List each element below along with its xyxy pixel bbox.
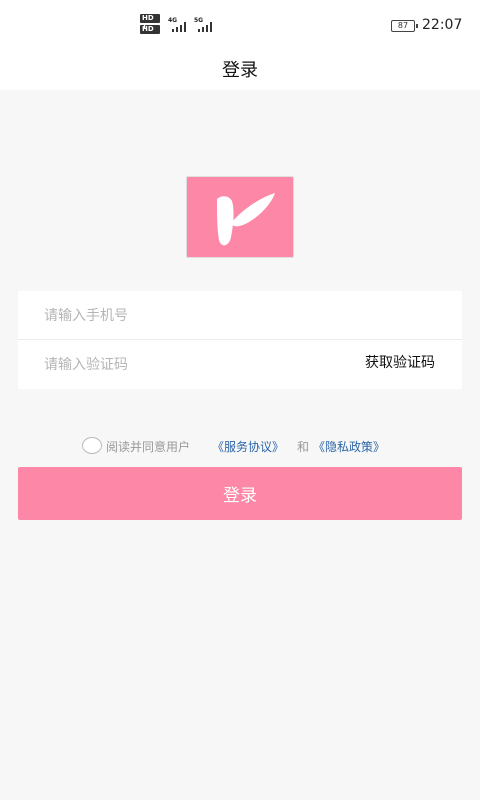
agreement-and-text: 和 (297, 440, 310, 454)
phone-input[interactable] (44, 305, 344, 327)
verification-code-input[interactable] (44, 354, 344, 376)
status-time: 22:07 (422, 17, 463, 33)
login-button[interactable]: 登录 (18, 467, 462, 520)
hd-indicators: HD 1 HD 2 (140, 14, 162, 42)
get-code-button[interactable]: 获取验证码 (365, 352, 435, 372)
hd1-badge: HD 1 (140, 14, 160, 31)
service-agreement-link[interactable]: 《服务协议》 (212, 438, 284, 455)
agreement-text: 阅读并同意用户 (106, 440, 191, 454)
app-logo (186, 176, 294, 258)
phone-row (18, 291, 462, 340)
agreement-checkbox[interactable] (82, 437, 102, 454)
code-row: 获取验证码 (18, 340, 462, 389)
login-form: 获取验证码 (18, 291, 462, 389)
hd2-badge: HD 2 (140, 25, 160, 42)
page-title: 登录 (222, 60, 258, 81)
navigation-bar: 登录 (0, 48, 480, 90)
logo-glyph-icon (217, 193, 275, 246)
privacy-policy-link[interactable]: 《隐私政策》 (313, 438, 385, 455)
battery-icon: 87 (391, 20, 418, 32)
status-bar: HD 1 HD 2 4G 5G 87 22:07 (0, 0, 480, 48)
